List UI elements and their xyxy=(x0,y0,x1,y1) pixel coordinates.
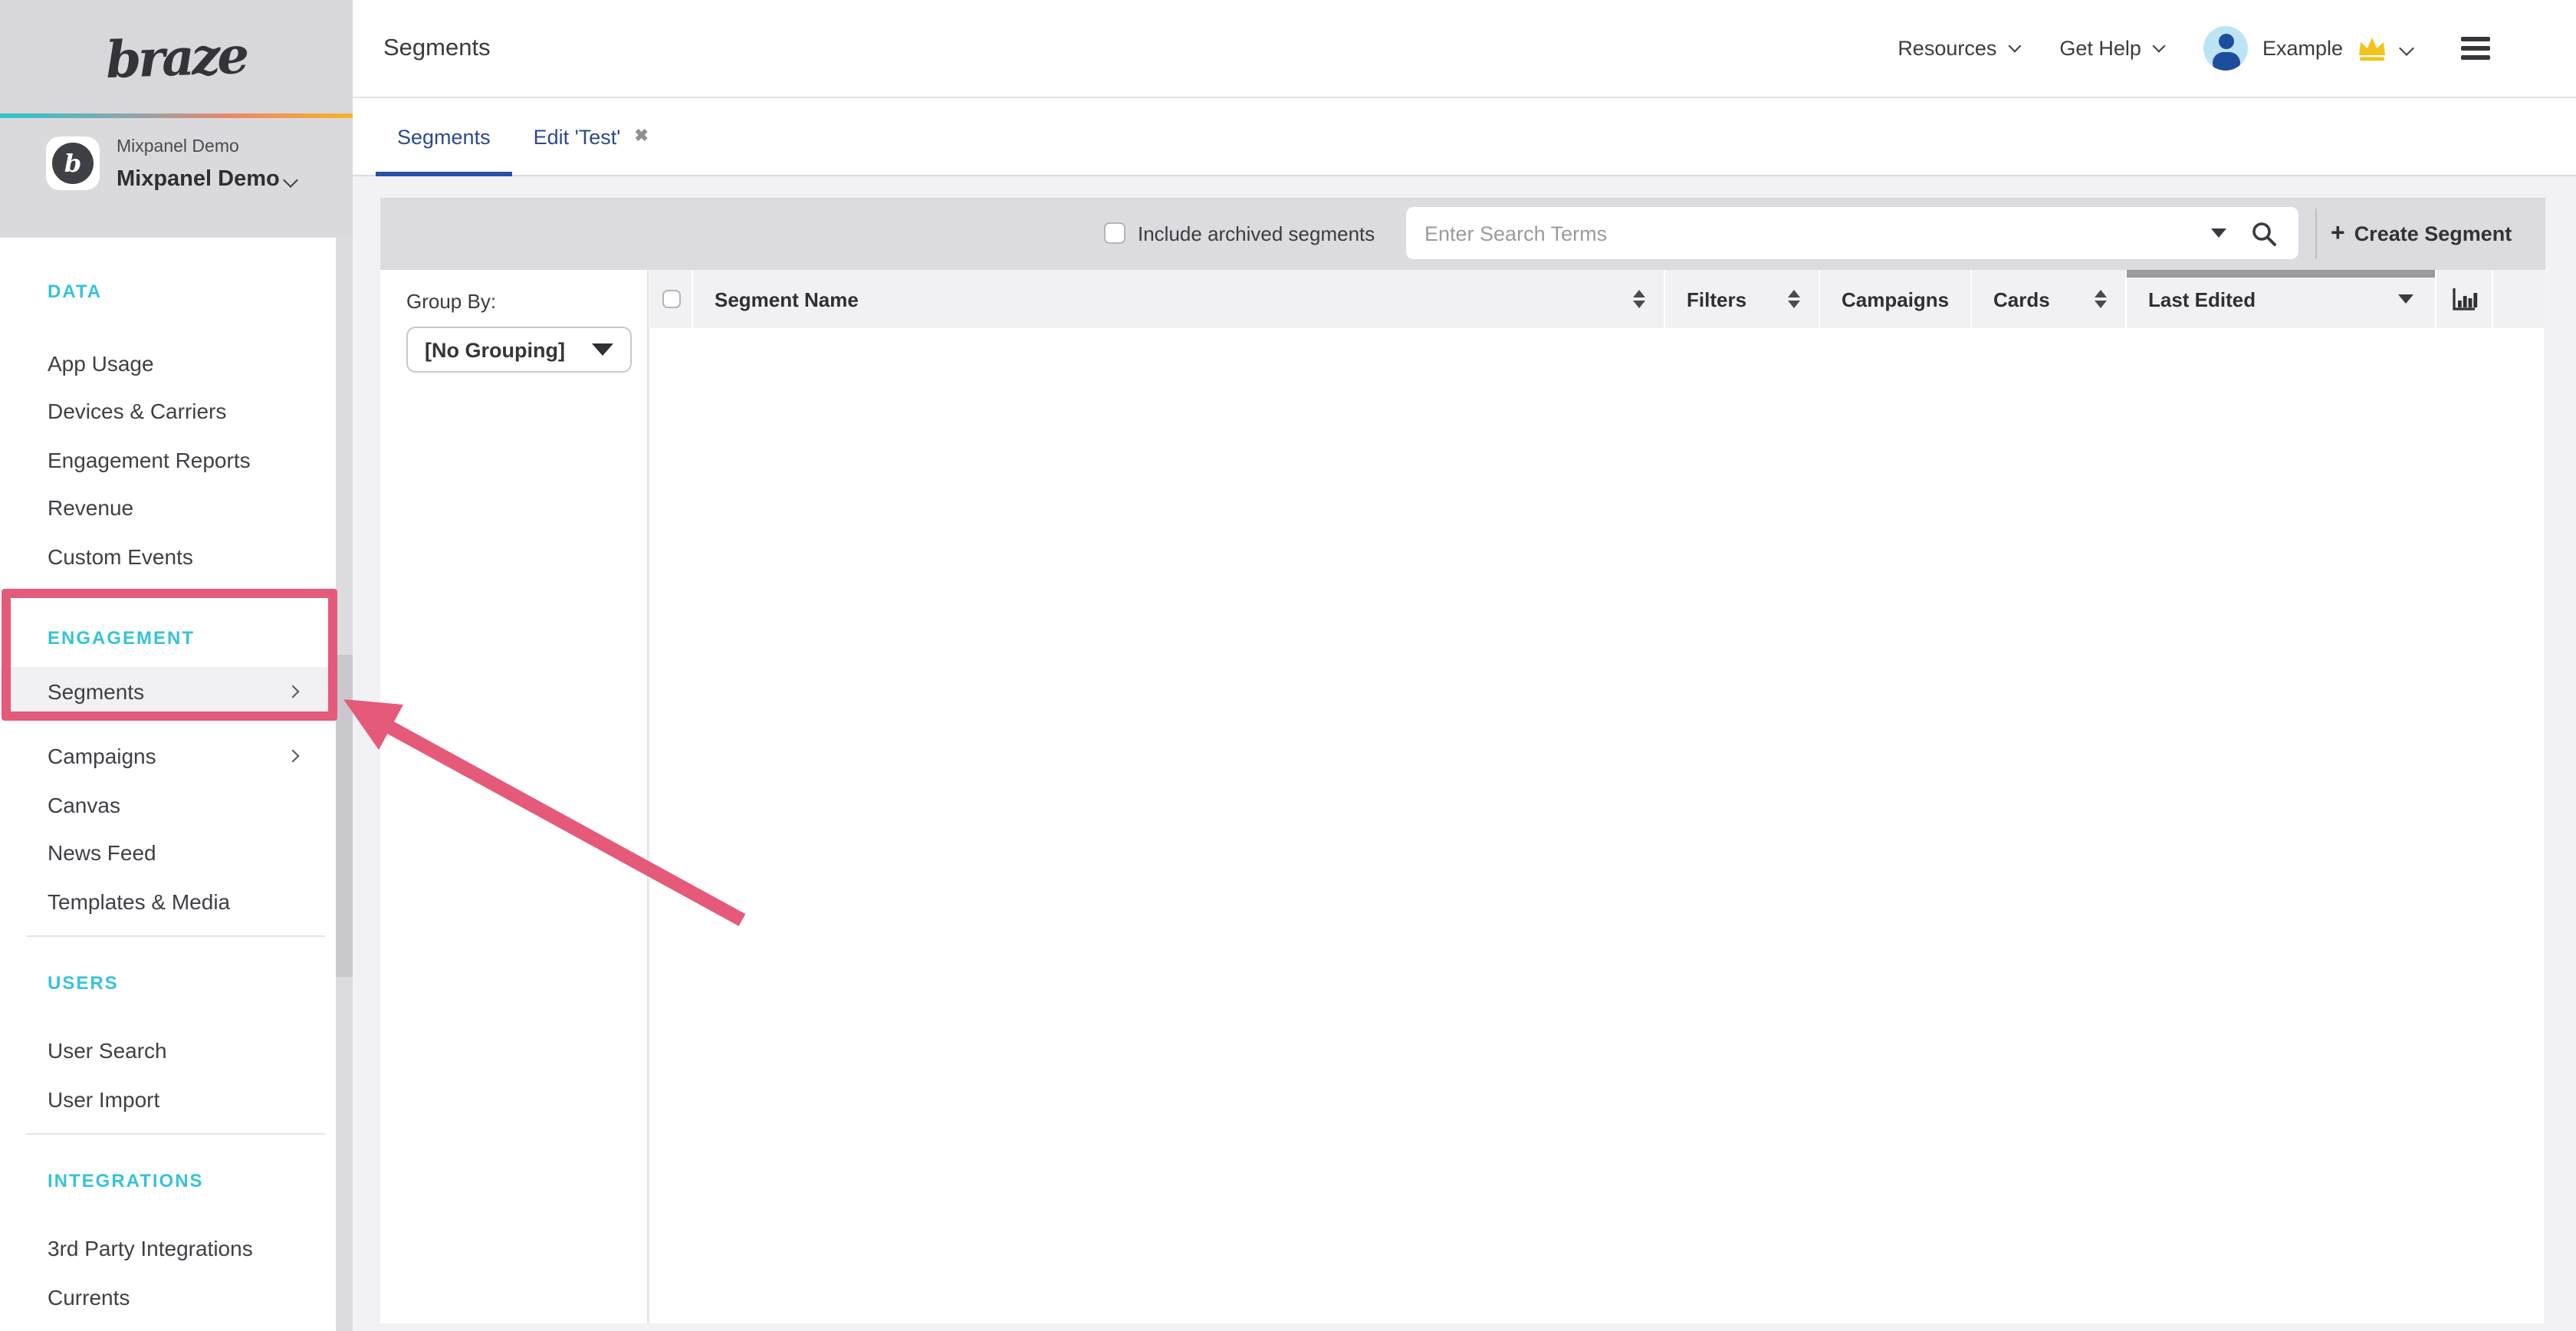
top-nav-right: Resources Get Help Example xyxy=(1898,0,2490,97)
plus-icon: + xyxy=(2331,222,2345,246)
segments-toolbar: Include archived segments + Create Segme… xyxy=(380,198,2545,270)
account-name: Example xyxy=(2262,37,2343,60)
workspace-selector[interactable]: b Mixpanel Demo Mixpanel Demo xyxy=(0,118,353,238)
workspace-avatar-circle: b xyxy=(52,143,94,184)
create-segment-button[interactable]: + Create Segment xyxy=(2331,198,2512,270)
segments-table: Segment Name Filters Campaigns Cards Las… xyxy=(650,270,2544,1323)
sidebar-item-custom-events[interactable]: Custom Events xyxy=(0,532,336,580)
include-archived-label: Include archived segments xyxy=(1138,198,1375,270)
sidebar-section-engagement: ENGAGEMENT xyxy=(48,627,195,649)
search-input[interactable] xyxy=(1406,222,2202,245)
sort-icon xyxy=(1633,290,1645,308)
column-header-cards[interactable]: Cards xyxy=(1972,270,2125,328)
column-header-last-edited[interactable]: Last Edited xyxy=(2127,270,2435,328)
search-icon[interactable] xyxy=(2251,220,2277,246)
tab-bar: Segments Edit 'Test' ✖ xyxy=(353,98,2576,176)
account-menu[interactable]: Example xyxy=(2204,26,2412,71)
braze-app: braze b Mixpanel Demo Mixpanel Demo DATA… xyxy=(0,0,2576,1331)
sorted-column-indicator xyxy=(2127,270,2435,278)
include-archived-checkbox[interactable] xyxy=(1104,222,1125,244)
group-by-value: [No Grouping] xyxy=(408,338,592,361)
braze-logo: braze xyxy=(105,29,247,84)
sidebar-item-templates-media[interactable]: Templates & Media xyxy=(0,877,336,925)
column-header-campaigns[interactable]: Campaigns xyxy=(1820,270,1970,328)
chevron-down-icon xyxy=(283,173,298,188)
chevron-down-icon xyxy=(2399,41,2414,56)
chevron-right-icon xyxy=(287,685,300,698)
sidebar-item-revenue[interactable]: Revenue xyxy=(0,483,336,531)
sidebar-item-segments[interactable]: Segments xyxy=(0,667,336,715)
group-by-dropdown[interactable]: [No Grouping] xyxy=(406,327,632,373)
dropdown-caret-icon xyxy=(592,343,613,356)
sidebar: braze b Mixpanel Demo Mixpanel Demo DATA… xyxy=(0,0,353,1331)
workspace-avatar-letter: b xyxy=(64,151,81,176)
search-dropdown-caret-icon[interactable] xyxy=(2211,228,2226,238)
group-by-label: Group By: xyxy=(406,290,496,313)
sort-icon xyxy=(2095,290,2107,308)
tab-segments[interactable]: Segments xyxy=(376,98,512,175)
sort-icon xyxy=(1788,290,1800,308)
table-header-row: Segment Name Filters Campaigns Cards Las… xyxy=(650,270,2544,328)
sidebar-item-devices-carriers[interactable]: Devices & Carriers xyxy=(0,386,336,434)
brand-logo-block: braze xyxy=(0,0,353,113)
sidebar-item-3rd-party-integrations[interactable]: 3rd Party Integrations xyxy=(0,1224,336,1271)
tab-active-underline xyxy=(376,171,512,176)
hamburger-menu-icon[interactable] xyxy=(2461,37,2490,60)
chevron-down-icon xyxy=(2009,40,2022,53)
group-by-panel: Group By: [No Grouping] xyxy=(380,270,649,1323)
select-all-checkbox[interactable] xyxy=(662,290,680,308)
sidebar-section-integrations: INTEGRATIONS xyxy=(48,1170,204,1191)
sidebar-section-users: USERS xyxy=(48,972,119,994)
column-header-analytics[interactable] xyxy=(2436,270,2492,328)
page-title: Segments xyxy=(383,0,491,97)
sidebar-section-data: DATA xyxy=(48,281,102,302)
resources-menu[interactable]: Resources xyxy=(1898,37,2019,60)
sidebar-item-app-usage[interactable]: App Usage xyxy=(0,339,336,386)
get-help-menu[interactable]: Get Help xyxy=(2059,37,2164,60)
sidebar-item-news-feed[interactable]: News Feed xyxy=(0,828,336,876)
close-tab-icon[interactable]: ✖ xyxy=(634,128,648,145)
sidebar-divider xyxy=(26,1133,325,1135)
sidebar-item-engagement-reports[interactable]: Engagement Reports xyxy=(0,435,336,483)
workspace-name: Mixpanel Demo xyxy=(117,167,280,192)
column-header-segment-name[interactable]: Segment Name xyxy=(693,270,1664,328)
user-avatar-icon xyxy=(2204,26,2249,71)
column-header-filters[interactable]: Filters xyxy=(1665,270,1819,328)
sidebar-scrollbar-track xyxy=(336,238,353,1331)
sidebar-scrollbar-thumb[interactable] xyxy=(336,655,353,977)
tab-edit-test[interactable]: Edit 'Test' ✖ xyxy=(512,98,670,175)
bar-chart-icon xyxy=(2451,288,2477,311)
chevron-right-icon xyxy=(287,749,300,762)
search-box xyxy=(1406,207,2298,259)
sidebar-divider xyxy=(26,935,325,937)
workspace-avatar: b xyxy=(46,136,100,190)
top-nav: Segments Resources Get Help Example xyxy=(353,0,2576,98)
sidebar-item-user-import[interactable]: User Import xyxy=(0,1075,336,1122)
sort-desc-icon xyxy=(2398,294,2413,304)
sidebar-item-campaigns[interactable]: Campaigns xyxy=(0,731,336,779)
table-body-empty xyxy=(650,328,2544,1323)
sidebar-item-currents[interactable]: Currents xyxy=(0,1273,336,1320)
workspace-type-label: Mixpanel Demo xyxy=(117,138,239,156)
crown-icon xyxy=(2357,35,2387,61)
sidebar-item-canvas[interactable]: Canvas xyxy=(0,781,336,828)
select-all-checkbox-cell xyxy=(650,270,692,328)
sidebar-item-user-search[interactable]: User Search xyxy=(0,1026,336,1073)
column-header-spacer xyxy=(2493,270,2544,328)
toolbar-divider xyxy=(2315,209,2317,259)
chevron-down-icon xyxy=(2153,40,2166,53)
